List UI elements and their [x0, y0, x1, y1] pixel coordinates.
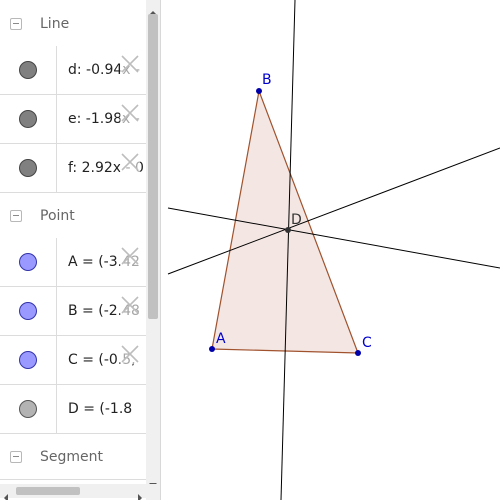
horizontal-scroll-thumb[interactable]: [16, 487, 80, 495]
visibility-cell[interactable]: [0, 287, 57, 335]
algebra-list: Line d: -0.94x - e: -1.98x - f: 2.92x - …: [0, 0, 146, 484]
point-a[interactable]: [209, 346, 215, 352]
algebra-item-point-d[interactable]: D = (-1.8: [0, 385, 146, 434]
algebra-item-line-e[interactable]: e: -1.98x -: [0, 95, 146, 144]
algebra-view: Line d: -0.94x - e: -1.98x - f: 2.92x - …: [0, 0, 161, 500]
algebra-item-point-b[interactable]: B = (-2.48: [0, 287, 146, 336]
visibility-toggle-icon[interactable]: [19, 351, 37, 369]
category-header-line[interactable]: Line: [0, 2, 146, 47]
point-b[interactable]: [256, 88, 262, 94]
scroll-right-arrow-icon[interactable]: [136, 487, 144, 500]
algebra-item-line-f[interactable]: f: 2.92x - 0: [0, 144, 146, 193]
category-label-point: Point: [40, 208, 75, 224]
category-header-point[interactable]: Point: [0, 194, 146, 239]
scroll-down-arrow-icon[interactable]: [149, 474, 157, 487]
visibility-toggle-icon[interactable]: [19, 400, 37, 418]
graphics-canvas[interactable]: A B C D: [161, 0, 500, 500]
scroll-left-arrow-icon[interactable]: [2, 487, 10, 500]
collapse-toggle-icon[interactable]: [10, 210, 22, 222]
delete-icon[interactable]: [120, 344, 140, 364]
algebra-item-point-c[interactable]: C = (-0.5,: [0, 336, 146, 385]
delete-icon[interactable]: [120, 246, 140, 266]
triangle-abc[interactable]: [211, 88, 359, 354]
category-label-segment: Segment: [40, 449, 103, 465]
visibility-toggle-icon[interactable]: [19, 159, 37, 177]
horizontal-scrollbar[interactable]: [0, 484, 146, 500]
vertical-scroll-thumb[interactable]: [148, 14, 158, 319]
visibility-cell[interactable]: [0, 336, 57, 384]
delete-icon[interactable]: [120, 54, 140, 74]
delete-icon[interactable]: [120, 152, 140, 172]
algebra-item-line-d[interactable]: d: -0.94x -: [0, 46, 146, 95]
vertical-scrollbar[interactable]: [146, 0, 160, 487]
collapse-toggle-icon[interactable]: [10, 18, 22, 30]
graphics-view[interactable]: A B C D: [161, 0, 500, 500]
visibility-cell[interactable]: [0, 238, 57, 286]
visibility-cell[interactable]: [0, 46, 57, 94]
point-label-d: D: [291, 212, 302, 228]
point-d-definition[interactable]: D = (-1.8: [68, 385, 132, 433]
line-d[interactable]: [167, 207, 500, 269]
visibility-cell[interactable]: [0, 385, 57, 433]
visibility-toggle-icon[interactable]: [19, 61, 37, 79]
scrollbar-corner: [146, 484, 160, 500]
delete-icon[interactable]: [120, 295, 140, 315]
line-e[interactable]: [167, 147, 500, 275]
visibility-toggle-icon[interactable]: [19, 253, 37, 271]
visibility-toggle-icon[interactable]: [19, 302, 37, 320]
visibility-cell[interactable]: [0, 95, 57, 143]
point-label-a: A: [216, 331, 226, 347]
point-label-b: B: [262, 72, 272, 88]
scroll-up-arrow-icon[interactable]: [149, 2, 157, 15]
visibility-toggle-icon[interactable]: [19, 110, 37, 128]
collapse-toggle-icon[interactable]: [10, 451, 22, 463]
delete-icon[interactable]: [120, 103, 140, 123]
point-label-c: C: [362, 335, 372, 351]
category-header-segment[interactable]: Segment: [0, 435, 146, 480]
category-label-line: Line: [40, 16, 70, 32]
algebra-item-point-a[interactable]: A = (-3.42: [0, 238, 146, 287]
visibility-cell[interactable]: [0, 144, 57, 192]
point-c[interactable]: [355, 350, 361, 356]
